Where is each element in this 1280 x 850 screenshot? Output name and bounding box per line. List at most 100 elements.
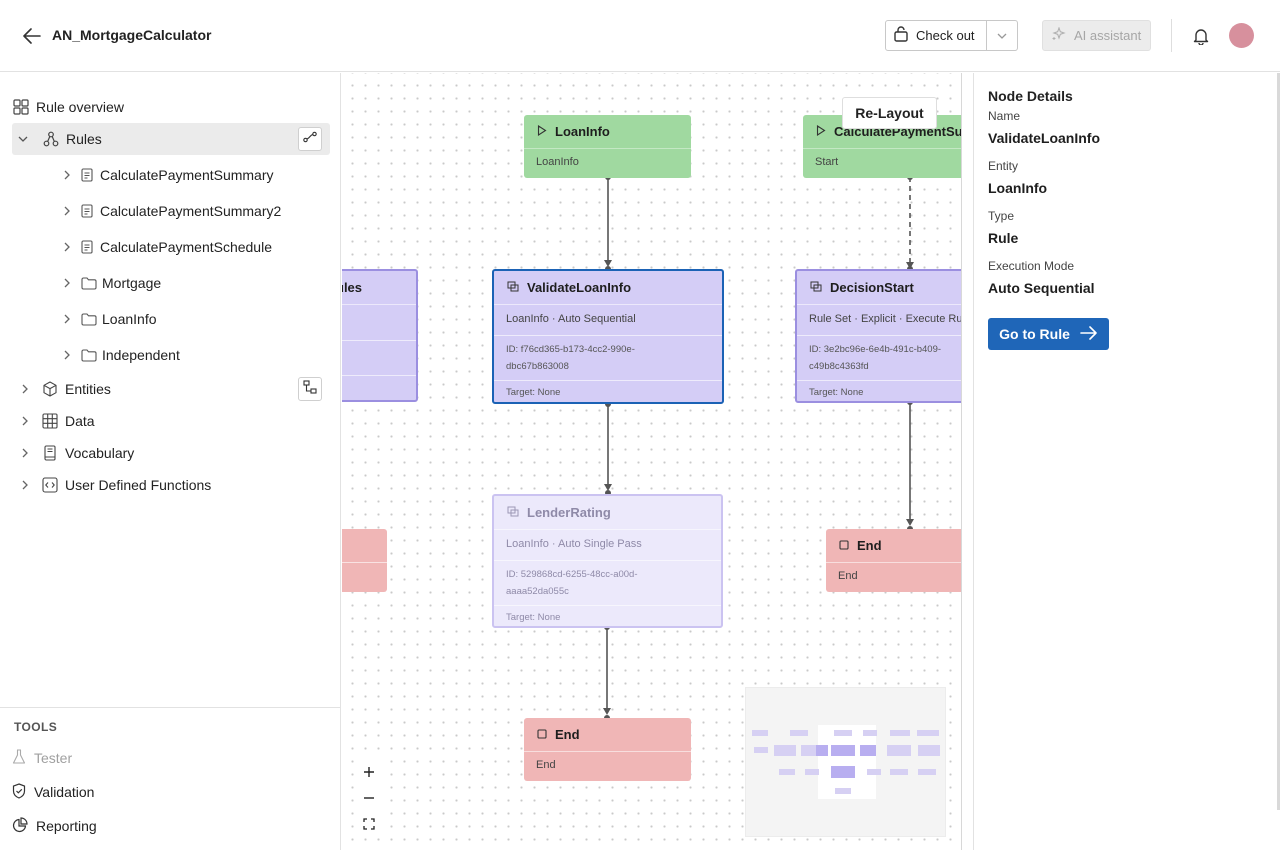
- sidebar-item-calculatepaymentsummary2[interactable]: CalculatePaymentSummary2: [58, 195, 330, 227]
- sidebar-item-loaninfo[interactable]: LoanInfo: [58, 303, 330, 335]
- chevron-right-icon[interactable]: [16, 476, 34, 494]
- sidebar-item-rule-overview[interactable]: Rule overview: [12, 91, 330, 123]
- node-subtitle: End: [536, 759, 556, 771]
- cube-icon: [41, 380, 59, 398]
- rule-node-icon: [810, 280, 822, 295]
- sidebar-item-label: Data: [65, 413, 95, 429]
- tools-divider: [0, 707, 340, 708]
- node-details-panel: Node Details Name ValidateLoanInfo Entit…: [973, 73, 1280, 850]
- node-title: End: [555, 727, 580, 742]
- hierarchy-icon: [42, 130, 60, 148]
- app-header: AN_MortgageCalculator Check out AI assis…: [0, 0, 1280, 72]
- sidebar-item-label: CalculatePaymentSummary2: [100, 203, 282, 219]
- rule-node-icon: [507, 280, 519, 295]
- node-id-line1: ID: 3e2bc96e-6e4b-491c-b409-: [809, 344, 942, 355]
- sidebar: Rule overview Rules CalculatePaymentSumm…: [0, 73, 341, 850]
- zoom-out-icon[interactable]: [355, 785, 383, 811]
- node-subtitle: LoanInfo · Auto Sequential: [506, 313, 636, 325]
- sidebar-item-independent[interactable]: Independent: [58, 339, 330, 371]
- sidebar-item-calculatepaymentsummary[interactable]: CalculatePaymentSummary: [58, 159, 330, 191]
- rule-icon: [78, 202, 96, 220]
- table-icon: [41, 412, 59, 430]
- chevron-right-icon[interactable]: [16, 412, 34, 430]
- sidebar-item-rules[interactable]: Rules: [12, 123, 330, 155]
- sidebar-item-label: User Defined Functions: [65, 477, 212, 493]
- sidebar-item-user-defined-functions[interactable]: User Defined Functions: [16, 469, 330, 501]
- flow-node-decisionstart[interactable]: DecisionStart Rule Set · Explicit · Exec…: [795, 269, 962, 403]
- relayout-button[interactable]: Re-Layout: [842, 97, 937, 129]
- details-heading: Node Details: [988, 88, 1073, 104]
- zoom-controls: [355, 759, 383, 837]
- node-title: End: [857, 538, 882, 553]
- tool-label: Validation: [34, 784, 95, 800]
- sidebar-item-data[interactable]: Data: [16, 405, 330, 437]
- type-value: Rule: [988, 230, 1019, 246]
- chevron-right-icon[interactable]: [16, 444, 34, 462]
- tool-label: Reporting: [36, 818, 97, 834]
- sidebar-item-label: Rules: [66, 131, 102, 147]
- minimap[interactable]: [745, 687, 946, 837]
- sidebar-item-vocabulary[interactable]: Vocabulary: [16, 437, 330, 469]
- canvas-right-border: [961, 73, 962, 850]
- avatar[interactable]: [1229, 23, 1254, 48]
- ai-assistant-button[interactable]: AI assistant: [1042, 20, 1151, 51]
- flow-node-lenderrating[interactable]: LenderRating LoanInfo · Auto Single Pass…: [492, 494, 723, 628]
- sidebar-item-label: Entities: [65, 381, 111, 397]
- sidebar-item-calculatepaymentschedule[interactable]: CalculatePaymentSchedule: [58, 231, 330, 263]
- chevron-down-icon[interactable]: [14, 130, 32, 148]
- sparkle-icon: [1052, 26, 1066, 44]
- ai-assistant-label: AI assistant: [1074, 28, 1142, 43]
- stop-square-icon: [839, 538, 849, 553]
- chevron-right-icon[interactable]: [58, 166, 76, 184]
- shield-check-icon: [12, 782, 26, 802]
- node-subtitle: Rule Set · Explicit · Execute Ru: [809, 313, 962, 325]
- sidebar-item-label: Independent: [102, 347, 180, 363]
- diagram-icon: [303, 379, 317, 399]
- tool-reporting[interactable]: Reporting: [12, 814, 97, 838]
- flow-view-button[interactable]: [298, 127, 322, 151]
- sidebar-item-mortgage[interactable]: Mortgage: [58, 267, 330, 299]
- play-icon: [816, 124, 826, 139]
- node-id-line2: aaaa52da055c: [506, 586, 569, 597]
- flow-node-validateloaninfo[interactable]: ValidateLoanInfo LoanInfo · Auto Sequent…: [492, 269, 724, 404]
- grid-icon: [12, 98, 30, 116]
- checkout-split-button: Check out: [885, 20, 1018, 51]
- back-arrow-icon[interactable]: [20, 24, 44, 48]
- tools-heading: TOOLS: [14, 720, 58, 734]
- node-subtitle: LoanInfo · Auto Single Pass: [506, 538, 642, 550]
- checkout-label: Check out: [916, 28, 975, 43]
- checkout-button[interactable]: Check out: [886, 21, 987, 50]
- node-id-line2: dbc67b863008: [506, 361, 569, 372]
- go-to-rule-button[interactable]: Go to Rule: [988, 318, 1109, 350]
- chevron-right-icon[interactable]: [16, 380, 34, 398]
- folder-icon: [80, 310, 98, 328]
- flow-node-end-right[interactable]: End End: [826, 529, 962, 592]
- node-target: Target: None: [506, 387, 561, 398]
- chevron-down-icon[interactable]: [987, 21, 1017, 50]
- chevron-right-icon[interactable]: [58, 274, 76, 292]
- node-title: DecisionStart: [830, 280, 914, 295]
- node-subtitle: LoanInfo: [536, 156, 579, 168]
- bell-icon[interactable]: [1190, 25, 1212, 47]
- chevron-right-icon[interactable]: [58, 346, 76, 364]
- chevron-right-icon[interactable]: [58, 310, 76, 328]
- entity-diagram-button[interactable]: [298, 377, 322, 401]
- execution-mode-label: Execution Mode: [988, 259, 1075, 273]
- flow-canvas[interactable]: ules: [342, 73, 962, 850]
- sidebar-item-entities[interactable]: Entities: [16, 373, 330, 405]
- folder-icon: [80, 274, 98, 292]
- node-title: ValidateLoanInfo: [527, 280, 632, 295]
- flow-icon: [303, 130, 317, 148]
- execution-mode-value: Auto Sequential: [988, 280, 1095, 296]
- chevron-right-icon[interactable]: [58, 202, 76, 220]
- flow-node-loaninfo[interactable]: LoanInfo LoanInfo: [524, 115, 691, 178]
- folder-icon: [80, 346, 98, 364]
- name-label: Name: [988, 109, 1021, 123]
- pie-chart-icon: [12, 816, 28, 836]
- zoom-in-icon[interactable]: [355, 759, 383, 785]
- flow-node-end-bottom[interactable]: End End: [524, 718, 691, 781]
- fit-view-icon[interactable]: [355, 811, 383, 837]
- chevron-right-icon[interactable]: [58, 238, 76, 256]
- tool-validation[interactable]: Validation: [12, 780, 94, 804]
- tool-tester[interactable]: Tester: [12, 746, 72, 770]
